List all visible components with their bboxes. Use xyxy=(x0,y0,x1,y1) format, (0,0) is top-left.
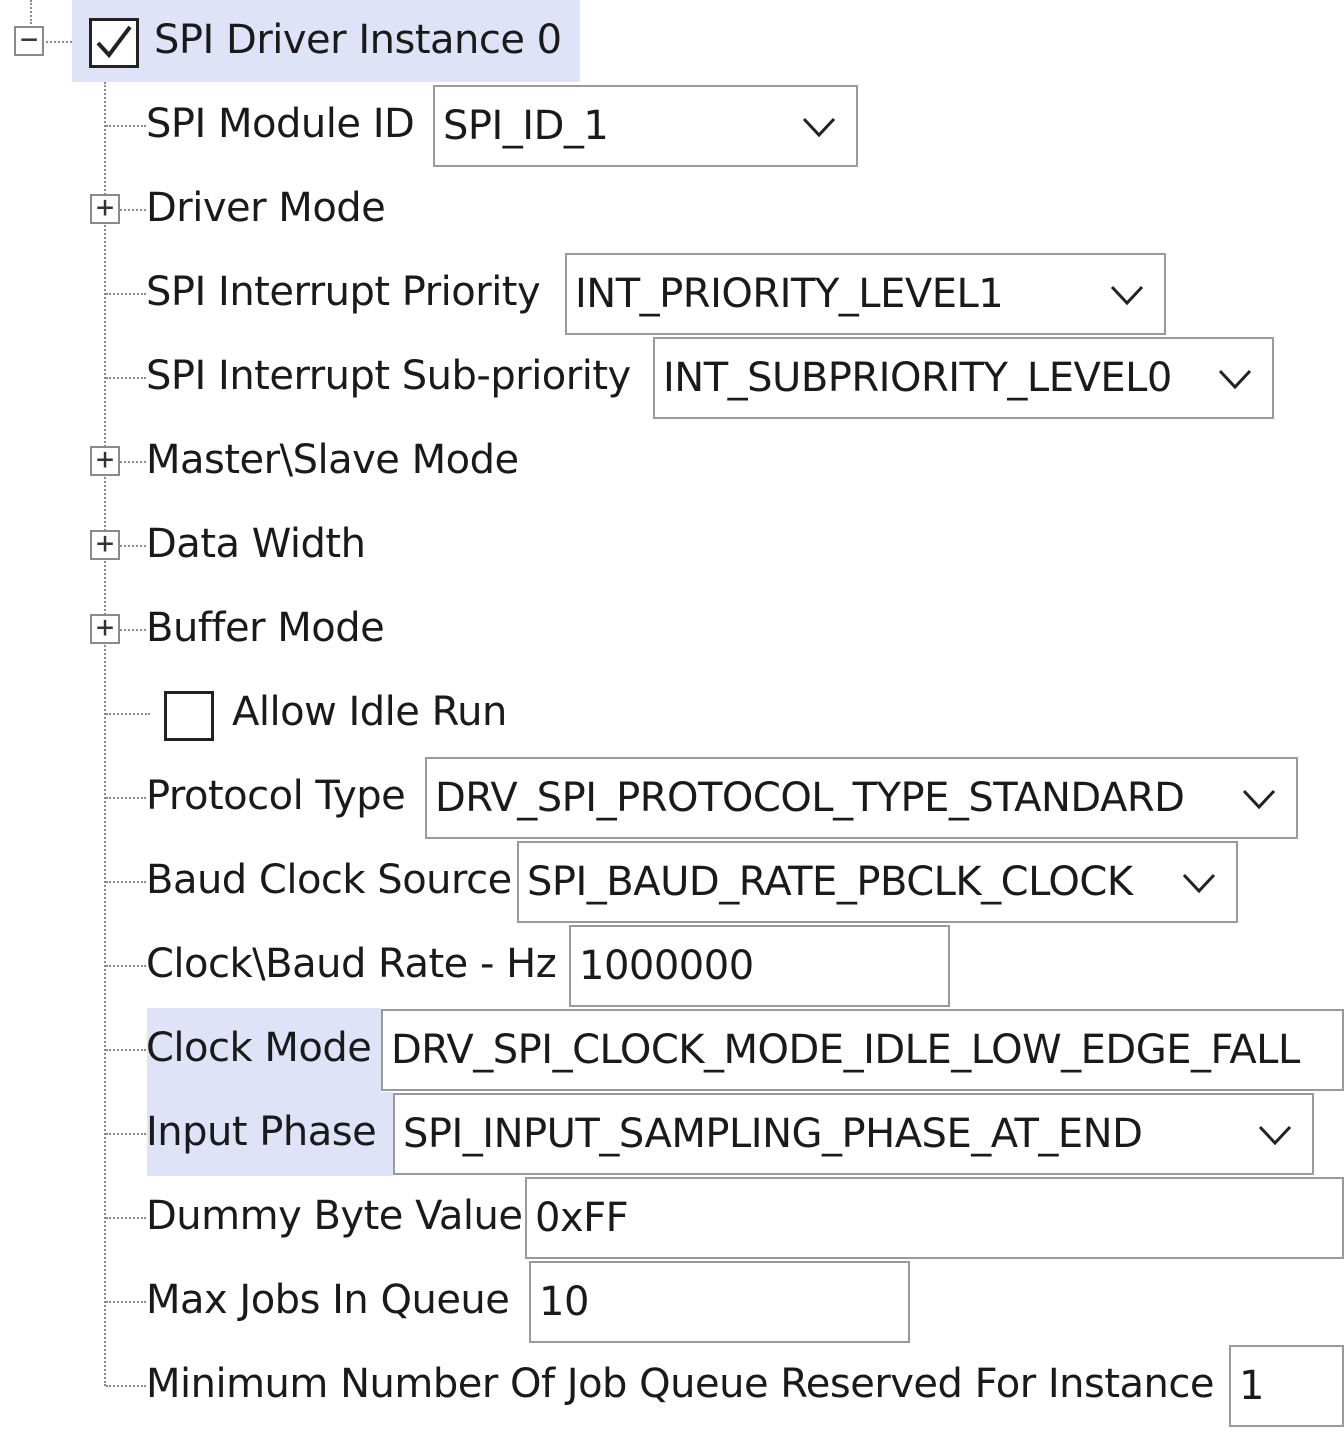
tree-connector-module_id xyxy=(106,125,146,127)
chevron-down-icon xyxy=(802,117,836,138)
int_priority-dropdown[interactable]: INT_PRIORITY_LEVEL1 xyxy=(565,253,1166,335)
clock_mode-value: DRV_SPI_CLOCK_MODE_IDLE_LOW_EDGE_FALL xyxy=(391,1027,1300,1073)
collapse-icon[interactable]: − xyxy=(14,25,44,56)
dummy_byte-value: 0xFF xyxy=(535,1195,629,1241)
baud_clock_source-value: SPI_BAUD_RATE_PBCLK_CLOCK xyxy=(527,859,1133,905)
tree-connector-allow_idle xyxy=(106,713,150,715)
tree-connector-max_jobs xyxy=(106,1301,146,1303)
int_priority-label: SPI Interrupt Priority xyxy=(146,269,541,315)
tree-connector-dummy_byte xyxy=(106,1217,146,1219)
tree-connector-baud_rate xyxy=(106,965,146,967)
int_subpriority-label: SPI Interrupt Sub-priority xyxy=(146,353,631,399)
allow_idle-label: Allow Idle Run xyxy=(232,689,507,735)
buffer_mode-label[interactable]: Buffer Mode xyxy=(146,588,385,668)
min_job_queue-value: 1 xyxy=(1239,1363,1264,1409)
tree-connector-clock_mode xyxy=(106,1049,146,1051)
expand-icon[interactable]: + xyxy=(90,529,120,560)
tree-connector-int_priority xyxy=(106,293,146,295)
chevron-down-icon xyxy=(1182,873,1216,894)
tree-connector-driver_mode xyxy=(120,209,146,211)
allow_idle-checkbox[interactable] xyxy=(164,691,214,741)
expand-icon[interactable]: + xyxy=(90,445,120,476)
int_subpriority-value: INT_SUBPRIORITY_LEVEL0 xyxy=(663,355,1172,401)
tree-connector-master_slave xyxy=(120,461,146,463)
chevron-down-icon xyxy=(1258,1125,1292,1146)
tree-connector-input_phase xyxy=(106,1133,146,1135)
protocol_type-label: Protocol Type xyxy=(146,773,406,819)
chevron-down-icon xyxy=(1218,369,1252,390)
module_id-label: SPI Module ID xyxy=(146,101,415,147)
module_id-value: SPI_ID_1 xyxy=(443,103,609,149)
clock_mode-label: Clock Mode xyxy=(146,1025,372,1071)
dummy_byte-field[interactable]: 0xFF xyxy=(525,1177,1344,1259)
clock_mode-dropdown[interactable]: DRV_SPI_CLOCK_MODE_IDLE_LOW_EDGE_FALL xyxy=(381,1009,1344,1091)
input_phase-value: SPI_INPUT_SAMPLING_PHASE_AT_END xyxy=(403,1111,1143,1157)
baud_rate-field[interactable]: 1000000 xyxy=(569,925,950,1007)
int_subpriority-dropdown[interactable]: INT_SUBPRIORITY_LEVEL0 xyxy=(653,337,1274,419)
input_phase-label: Input Phase xyxy=(146,1109,377,1155)
max_jobs-value: 10 xyxy=(539,1279,589,1325)
module_id-dropdown[interactable]: SPI_ID_1 xyxy=(433,85,858,167)
expand-icon[interactable]: + xyxy=(90,193,120,224)
tree-connector-buffer_mode xyxy=(120,629,146,631)
tree-connector-int_subpriority xyxy=(106,377,146,379)
chevron-down-icon xyxy=(1242,789,1276,810)
driver_mode-label[interactable]: Driver Mode xyxy=(146,168,386,248)
tree-line-main xyxy=(104,82,106,1386)
expand-icon[interactable]: + xyxy=(90,613,120,644)
baud_clock_source-label: Baud Clock Source xyxy=(146,857,512,903)
checkmark-icon xyxy=(96,25,132,59)
max_jobs-field[interactable]: 10 xyxy=(529,1261,910,1343)
data_width-label[interactable]: Data Width xyxy=(146,504,366,584)
tree-connector-min_job_queue xyxy=(106,1385,146,1387)
baud_clock_source-dropdown[interactable]: SPI_BAUD_RATE_PBCLK_CLOCK xyxy=(517,841,1238,923)
max_jobs-label: Max Jobs In Queue xyxy=(146,1277,510,1323)
tree-connector-data_width xyxy=(120,545,146,547)
min_job_queue-field[interactable]: 1 xyxy=(1229,1345,1344,1427)
chevron-down-icon xyxy=(1110,285,1144,306)
tree-line-root-connector xyxy=(46,41,72,43)
baud_rate-value: 1000000 xyxy=(579,943,754,989)
tree-connector-protocol_type xyxy=(106,797,146,799)
master_slave-label[interactable]: Master\Slave Mode xyxy=(146,420,519,500)
protocol_type-value: DRV_SPI_PROTOCOL_TYPE_STANDARD xyxy=(435,775,1185,821)
int_priority-value: INT_PRIORITY_LEVEL1 xyxy=(575,271,1004,317)
dummy_byte-label: Dummy Byte Value xyxy=(146,1193,523,1239)
root-label: SPI Driver Instance 0 xyxy=(154,17,562,63)
baud_rate-label: Clock\Baud Rate - Hz xyxy=(146,941,557,987)
input_phase-dropdown[interactable]: SPI_INPUT_SAMPLING_PHASE_AT_END xyxy=(393,1093,1314,1175)
min_job_queue-label: Minimum Number Of Job Queue Reserved For… xyxy=(146,1361,1215,1407)
tree-line-top xyxy=(30,0,32,24)
root-checkbox[interactable] xyxy=(89,18,139,68)
tree-connector-baud_clock_source xyxy=(106,881,146,883)
protocol_type-dropdown[interactable]: DRV_SPI_PROTOCOL_TYPE_STANDARD xyxy=(425,757,1298,839)
